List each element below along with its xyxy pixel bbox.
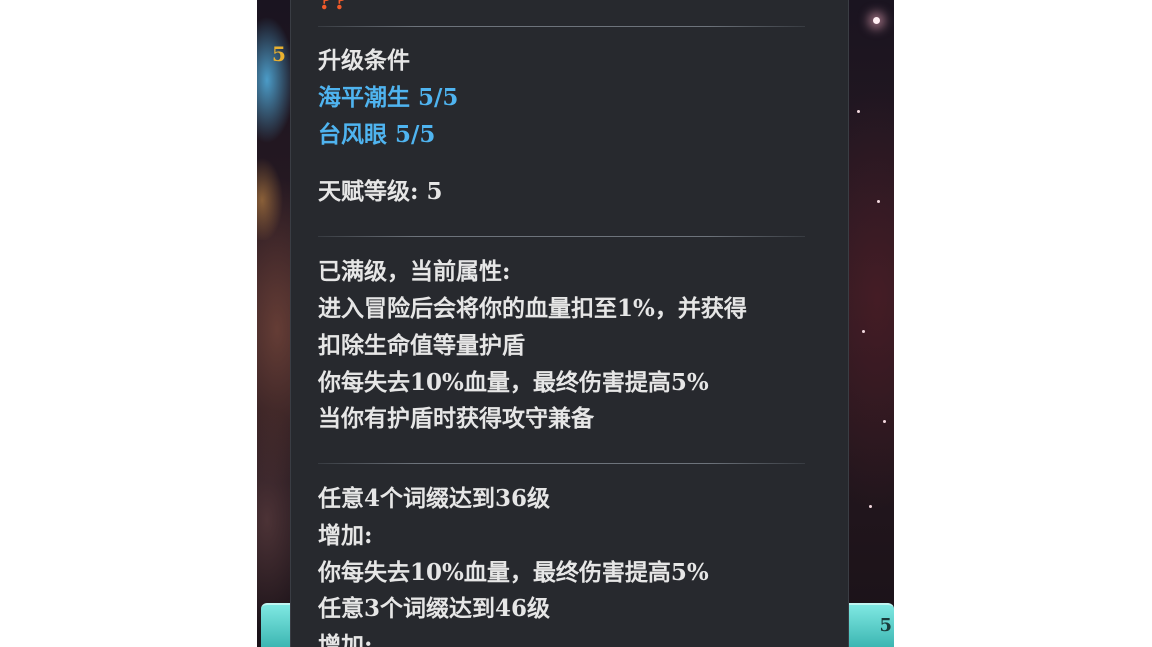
current-attributes-heading: 已满级，当前属性: xyxy=(318,258,511,285)
talent-level-text: 天赋等级: 5 xyxy=(318,178,443,205)
skill-tree-glow xyxy=(257,0,293,240)
talent-node-level: 5 xyxy=(272,42,286,66)
bonus-line: 增加: xyxy=(318,522,373,549)
star-sparkle xyxy=(873,17,880,24)
bottom-right-button[interactable]: 5 xyxy=(848,603,894,647)
star-sparkle xyxy=(857,110,860,113)
attribute-line: 你每失去10%血量，最终伤害提高5% xyxy=(318,369,709,396)
divider xyxy=(318,463,805,464)
talent-tooltip-panel: ?? 升级条件 海平潮生 5/5 台风眼 5/5 天赋等级: 5 已满级，当前属… xyxy=(291,0,848,647)
bonus-line: 增加: xyxy=(318,632,373,647)
star-sparkle xyxy=(877,200,880,203)
attribute-line: 扣除生命值等量护盾 xyxy=(318,332,525,359)
divider xyxy=(318,26,805,27)
star-sparkle xyxy=(883,420,886,423)
upgrade-conditions-heading: 升级条件 xyxy=(318,47,410,74)
star-sparkle xyxy=(869,505,872,508)
attribute-line: 进入冒险后会将你的血量扣至1%，并获得 xyxy=(318,295,747,322)
divider xyxy=(318,236,805,237)
button-number: 5 xyxy=(879,615,892,636)
bonus-line: 任意4个词缀达到36级 xyxy=(318,485,551,512)
requirement-item: 海平潮生 5/5 xyxy=(318,84,459,111)
talent-title: ?? xyxy=(318,0,349,15)
attribute-line: 当你有护盾时获得攻守兼备 xyxy=(318,405,594,432)
star-sparkle xyxy=(862,330,865,333)
bonus-line: 任意3个词缀达到46级 xyxy=(318,595,551,622)
bonus-line: 你每失去10%血量，最终伤害提高5% xyxy=(318,559,709,586)
requirement-item: 台风眼 5/5 xyxy=(318,121,436,148)
bottom-left-button[interactable] xyxy=(261,603,295,647)
